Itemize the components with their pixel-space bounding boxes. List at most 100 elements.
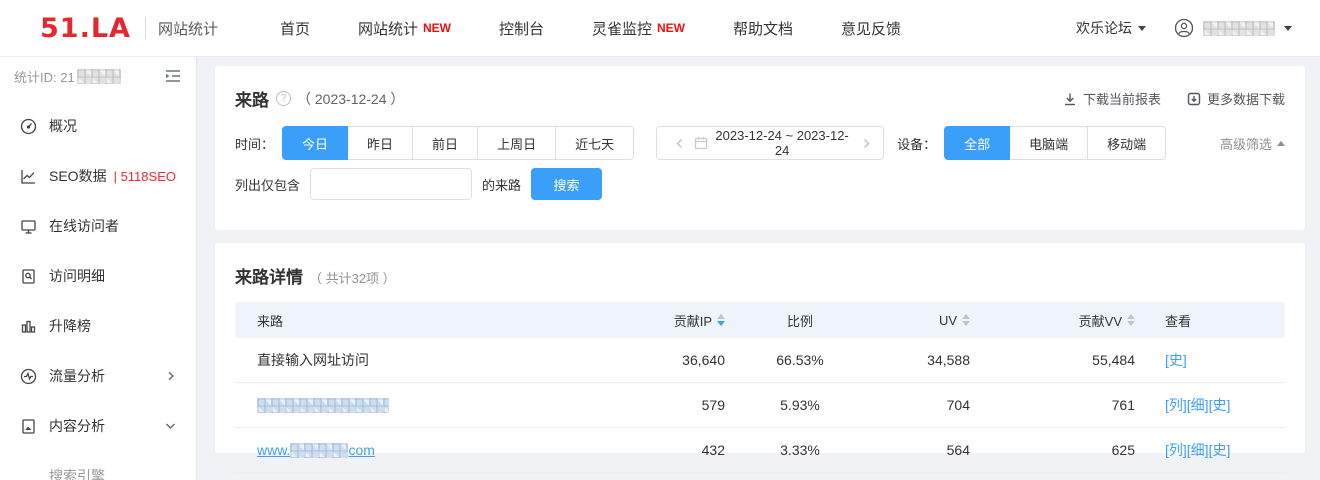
pulse-circle-icon [20,368,37,385]
navbar-right: 欢乐论坛 [1076,18,1292,38]
user-menu[interactable] [1174,18,1292,38]
main-content: 来路 ? （ 2023-12-24 ） 下载当前报表 [197,57,1320,480]
referrer-details-card: 来路详情 （ 共计32项 ） 来路 贡献IP 比例 UV [215,243,1305,453]
date-range-picker[interactable]: 2023-12-24 ~ 2023-12-24 [656,126,884,160]
uv-value: 34,588 [875,352,970,368]
history-link[interactable]: [史] [1209,442,1231,458]
sidebar-item-seo-data[interactable]: SEO数据 | 5118SEO [0,151,196,201]
download-report-link[interactable]: 下载当前报表 [1063,89,1161,108]
sidebar-item-traffic-analysis[interactable]: 流量分析 [0,351,196,401]
advanced-filter-toggle[interactable]: 高级筛选 [1220,134,1285,153]
sidebar-item-label: 在线访问者 [49,216,119,236]
logo[interactable]: 51.LA [40,13,131,44]
ratio-value: 3.33% [725,442,875,458]
nav-item-feedback[interactable]: 意见反馈 [841,18,901,39]
col-header-source: 来路 [235,311,635,330]
bar-chart-icon [20,318,37,335]
chevron-down-icon [1284,26,1292,31]
sort-icon-ip[interactable] [717,314,725,326]
table-header-row: 来路 贡献IP 比例 UV [235,302,1285,338]
ratio-value: 66.53% [725,352,875,368]
device-option-mobile[interactable]: 移动端 [1088,126,1166,160]
time-option-today[interactable]: 今日 [282,126,348,160]
device-option-all[interactable]: 全部 [944,126,1010,160]
chevron-right-icon[interactable] [854,138,873,149]
nav-item-console[interactable]: 控制台 [499,18,544,39]
ip-value: 36,640 [635,352,725,368]
time-option-last-sunday[interactable]: 上周日 [478,126,556,160]
col-header-uv[interactable]: UV [875,313,970,328]
list-link[interactable]: [列] [1165,442,1187,458]
sort-icon-vv[interactable] [1127,314,1135,326]
nav-item-lark-monitor[interactable]: 灵雀监控 NEW [592,18,685,39]
nav-item-help-docs[interactable]: 帮助文档 [733,18,793,39]
sidebar-item-label: 内容分析 [49,416,105,436]
document-search-icon [20,268,37,285]
referrer-link[interactable]: www. [257,442,290,458]
ip-value: 432 [635,442,725,458]
sidebar-item-rank-changes[interactable]: 升降榜 [0,301,196,351]
device-option-pc[interactable]: 电脑端 [1010,126,1088,160]
blurred-referrer-link[interactable] [257,398,389,413]
collapse-sidebar-icon[interactable] [164,69,182,83]
seo-5118-link[interactable]: | 5118SEO [114,169,176,184]
sidebar-item-content-analysis[interactable]: 内容分析 [0,401,196,451]
sidebar-item-online-visitors[interactable]: 在线访问者 [0,201,196,251]
sidebar-item-label: SEO数据 [49,166,107,186]
sort-icon-uv[interactable] [962,314,970,326]
monitor-icon [20,218,37,235]
report-date: （ 2023-12-24 ） [297,89,404,109]
nav-item-label: 网站统计 [358,18,418,39]
referrer-link[interactable]: com [348,442,374,458]
sidebar-item-label: 访问明细 [49,266,105,286]
sidebar-item-visit-details[interactable]: 访问明细 [0,251,196,301]
nav-item-label: 帮助文档 [733,18,793,39]
table-count-note: （ 共计32项 ） [309,268,396,287]
uv-value: 564 [875,442,970,458]
list-link[interactable]: [列] [1165,397,1187,413]
more-downloads-link[interactable]: 更多数据下载 [1187,89,1285,108]
nav-item-label: 意见反馈 [841,18,901,39]
blurred-username [1203,21,1275,36]
time-option-yesterday[interactable]: 昨日 [348,126,413,160]
ip-value: 579 [635,397,725,413]
chevron-down-icon [165,421,176,431]
time-option-day-before[interactable]: 前日 [413,126,478,160]
blurred-referrer-link[interactable] [290,443,348,458]
new-badge: NEW [657,21,685,35]
nav-item-home[interactable]: 首页 [280,18,310,39]
sidebar-menu: 概况 SEO数据 | 5118SEO 在线访问者 [0,95,196,480]
help-icon[interactable]: ? [276,91,291,106]
forum-dropdown[interactable]: 欢乐论坛 [1076,18,1146,38]
chevron-down-icon [1138,26,1146,31]
device-filter-label: 设备： [897,134,936,153]
sidebar-item-overview[interactable]: 概况 [0,101,196,151]
product-name: 网站统计 [158,18,218,39]
sidebar-header: 统计ID: 21 [0,57,196,95]
col-header-view: 查看 [1135,311,1285,330]
detail-link[interactable]: [细] [1187,397,1209,413]
col-header-ip[interactable]: 贡献IP [635,311,725,330]
sidebar-item-label: 概况 [49,116,77,136]
detail-link[interactable]: [细] [1187,442,1209,458]
history-link[interactable]: [史] [1209,397,1231,413]
history-link[interactable]: [史] [1165,352,1187,368]
search-suffix-label: 的来路 [482,175,521,194]
search-button[interactable]: 搜索 [531,168,602,200]
referrer-table: 来路 贡献IP 比例 UV [235,302,1285,473]
nav-item-label: 首页 [280,18,310,39]
advanced-filter-label: 高级筛选 [1220,134,1272,153]
referrer-search-input[interactable] [310,168,472,200]
time-option-last-7-days[interactable]: 近七天 [556,126,634,160]
col-header-vv[interactable]: 贡献VV [970,311,1135,330]
sidebar-item-search-engines[interactable]: 搜索引擎 [0,451,196,480]
referrer-source: 直接输入网址访问 [235,350,635,370]
col-header-ratio: 比例 [725,311,875,330]
chevron-left-icon[interactable] [667,138,686,149]
referrer-filter-card: 来路 ? （ 2023-12-24 ） 下载当前报表 [215,66,1305,230]
time-filter-label: 时间： [235,134,274,153]
sidebar-item-label: 搜索引擎 [49,466,105,480]
gauge-icon [20,118,37,135]
nav-item-site-stats[interactable]: 网站统计 NEW [358,18,451,39]
table-title: 来路详情 [235,263,303,288]
